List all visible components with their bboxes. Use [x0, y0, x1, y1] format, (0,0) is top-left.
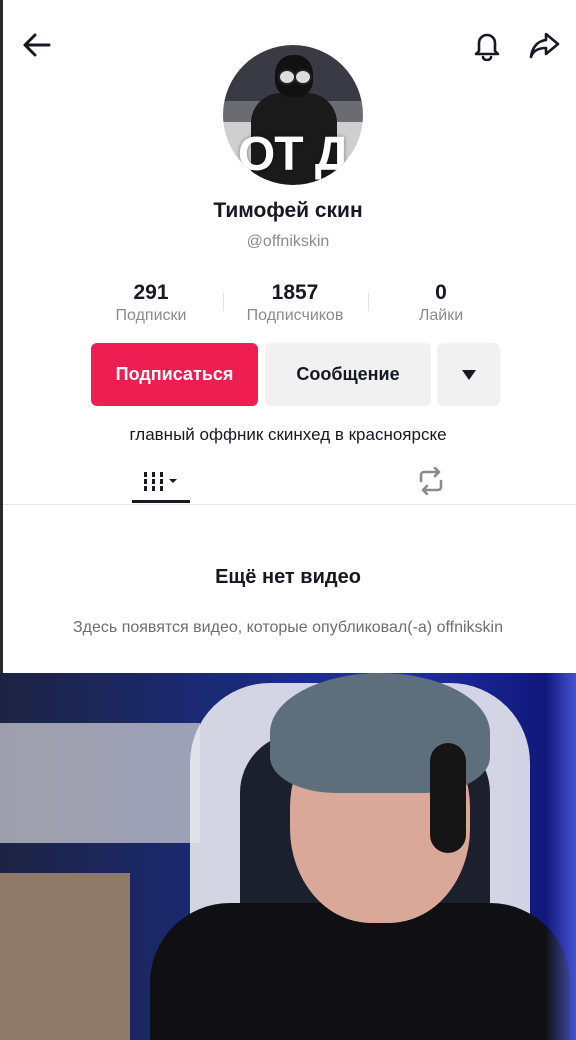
- stat-label: Подписчиков: [246, 307, 344, 324]
- background-box: [0, 873, 130, 1040]
- stat-following[interactable]: 291 Подписки: [81, 281, 221, 325]
- ambient-light: [545, 673, 576, 1040]
- tabs-divider: [3, 504, 576, 505]
- webcam-overlay: [0, 673, 576, 1040]
- avatar-overlay-text: ОТ Д: [237, 128, 349, 181]
- stat-divider: [223, 293, 224, 311]
- empty-state-title: Ещё нет видео: [215, 566, 361, 588]
- grid-icon: [144, 472, 177, 491]
- share-arrow-icon: [529, 32, 560, 59]
- follow-button[interactable]: Подписаться: [91, 343, 258, 406]
- back-button[interactable]: [20, 28, 54, 62]
- bio: главный оффник скинхед в красноярске: [129, 425, 447, 444]
- background-shelf: [0, 723, 200, 843]
- stat-value: 0: [435, 281, 447, 304]
- share-button[interactable]: [527, 28, 561, 62]
- headset: [430, 743, 466, 853]
- stat-value: 291: [133, 281, 169, 304]
- caret-down-icon: [461, 369, 476, 380]
- stat-likes[interactable]: 0 Лайки: [371, 281, 511, 325]
- display-name: Тимофей скин: [213, 199, 363, 222]
- avatar-figure-head: [275, 55, 313, 97]
- avatar[interactable]: ОТ Д: [223, 45, 363, 185]
- stat-label: Подписки: [115, 307, 187, 324]
- stat-followers[interactable]: 1857 Подписчиков: [225, 281, 365, 325]
- message-button[interactable]: Сообщение: [265, 343, 431, 406]
- goggle-lens: [294, 69, 312, 85]
- notifications-button[interactable]: [470, 28, 504, 62]
- person-shirt: [150, 903, 570, 1040]
- more-options-button[interactable]: [437, 343, 500, 406]
- stat-value: 1857: [271, 281, 319, 304]
- stat-label: Лайки: [418, 307, 464, 324]
- active-tab-indicator: [132, 500, 190, 503]
- stat-divider: [368, 293, 369, 311]
- empty-state-description: Здесь появятся видео, которые опубликова…: [73, 619, 503, 636]
- repost-icon: [419, 467, 443, 495]
- tab-reposts[interactable]: [400, 458, 462, 504]
- bell-icon: [474, 33, 500, 61]
- username: @offnikskin: [246, 233, 330, 250]
- back-arrow-icon: [23, 33, 51, 57]
- tab-videos[interactable]: [130, 458, 192, 504]
